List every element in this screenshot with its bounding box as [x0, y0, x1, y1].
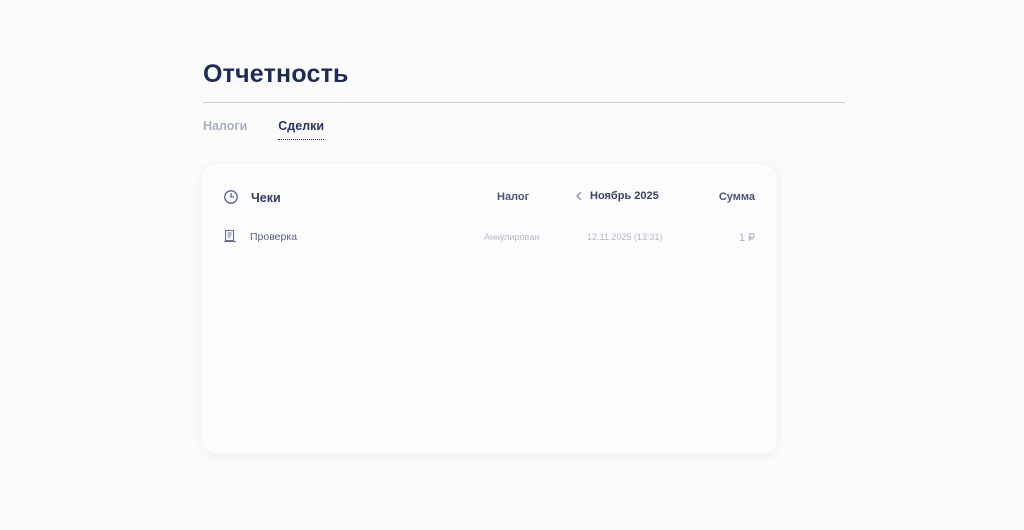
- page: Отчетность Налоги Сделки Чеки Налог Нояб…: [0, 0, 1024, 530]
- receipt-sum: 1 ₽: [738, 232, 755, 244]
- receipt-date: 12.11.2025 (13:31): [587, 232, 663, 242]
- page-title: Отчетность: [203, 60, 349, 88]
- table-header: Чеки Налог Ноябрь 2025 Сумма: [202, 188, 777, 208]
- clock-icon: [224, 190, 238, 204]
- receipt-name: Проверка: [250, 231, 298, 243]
- receipts-card: Чеки Налог Ноябрь 2025 Сумма Проверка Ан…: [202, 164, 777, 454]
- receipts-header-label: Чеки: [251, 191, 281, 205]
- receipt-icon: [224, 229, 236, 243]
- sum-header-label: Сумма: [718, 191, 755, 203]
- month-label: Ноябрь 2025: [590, 190, 659, 202]
- table-row[interactable]: Проверка Аннулирован 12.11.2025 (13:31) …: [202, 228, 777, 248]
- receipt-status: Аннулирован: [484, 232, 540, 242]
- tab-taxes[interactable]: Налоги: [203, 119, 247, 140]
- tax-header-label: Налог: [497, 191, 530, 203]
- chevron-left-icon[interactable]: [574, 189, 584, 203]
- month-selector: Ноябрь 2025: [574, 189, 659, 203]
- title-divider: [203, 102, 845, 103]
- tabs: Налоги Сделки: [203, 119, 355, 140]
- tab-deals[interactable]: Сделки: [278, 119, 325, 140]
